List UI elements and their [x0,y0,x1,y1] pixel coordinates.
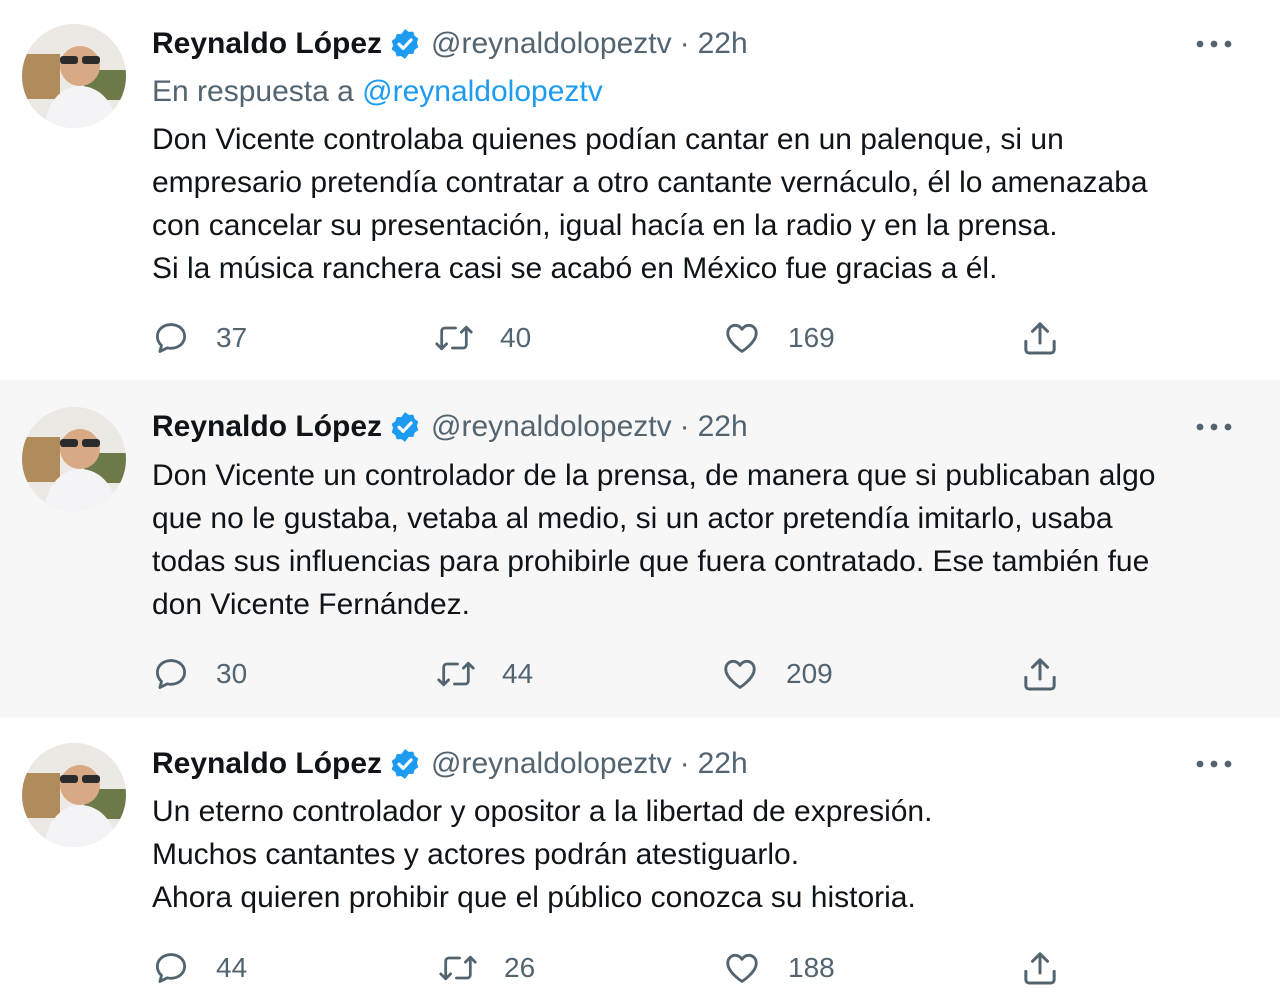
retweet-button[interactable]: 40 [434,314,531,362]
reply-button[interactable]: 30 [152,650,247,698]
like-icon [724,659,756,689]
tweet-text-line: Ahora quieren prohibir que el público co… [152,881,916,914]
reply-mention-link[interactable]: @reynaldolopeztv [362,75,603,108]
like-icon [726,323,758,353]
tweet-text-line: Un eterno controlador y opositor a la li… [152,795,933,828]
reply-button[interactable]: 37 [152,314,247,362]
author-handle[interactable]: @reynaldolopeztv [431,407,672,447]
retweet-icon [435,325,473,351]
tweet-text-line: empresario pretendía contratar a otro ca… [152,166,1148,199]
verified-badge-icon [391,29,419,59]
like-button[interactable]: 188 [722,944,835,992]
like-button[interactable]: 209 [720,650,833,698]
tweet[interactable]: Reynaldo López @reynaldolopeztv · 22h Do… [0,380,1280,718]
avatar[interactable] [22,743,126,847]
reply-count: 30 [216,658,248,689]
tweet-header: Reynaldo López @reynaldolopeztv · 22h [152,24,748,64]
like-count: 188 [788,952,835,983]
tweet-text-line: que no le gustaba, vetaba al medio, si u… [152,502,1113,535]
reply-context: En respuesta a @reynaldolopeztv [152,72,603,112]
retweet-count: 44 [502,658,534,689]
tweet-text-line: Don Vicente controlaba quienes podían ca… [152,123,1064,156]
tweet-text-line: Si la música ranchera casi se acabó en M… [152,252,998,285]
reply-icon [155,323,187,353]
reply-count: 44 [216,952,248,983]
share-icon [1024,658,1056,691]
tweet-actions: 44 26 188 [0,944,1280,992]
more-options-icon[interactable] [1192,417,1236,437]
tweet-text: Don Vicente un controlador de la prensa,… [152,454,1262,626]
timestamp[interactable]: 22h [698,744,748,784]
like-count: 209 [786,658,833,689]
author-name[interactable]: Reynaldo López [152,24,382,64]
tweet-header: Reynaldo López @reynaldolopeztv · 22h [152,407,748,447]
verified-badge-icon [391,749,419,779]
more-options-icon[interactable] [1192,754,1236,774]
tweet-text-line: con cancelar su presentación, igual hací… [152,209,1058,242]
like-count: 169 [788,322,835,353]
share-button[interactable] [1020,944,1086,992]
tweet[interactable]: Reynaldo López @reynaldolopeztv · 22h Un… [0,718,1280,1004]
share-icon [1024,322,1056,355]
reply-count: 37 [216,322,248,353]
avatar[interactable] [22,407,126,511]
avatar-photo [22,24,126,128]
tweet[interactable]: Reynaldo López @reynaldolopeztv · 22h En… [0,0,1280,380]
author-name[interactable]: Reynaldo López [152,744,382,784]
avatar-photo [22,743,126,847]
share-icon [1024,952,1056,985]
reply-icon [155,953,187,983]
retweet-button[interactable]: 26 [438,944,535,992]
retweet-count: 26 [504,952,536,983]
retweet-button[interactable]: 44 [436,650,533,698]
reply-icon [155,659,187,689]
separator: · [679,747,690,780]
tweet-text-line: don Vicente Fernández. [152,588,471,621]
tweet-actions: 37 40 169 [0,314,1280,362]
avatar-photo [22,407,126,511]
reply-prefix: En respuesta a [152,75,354,108]
tweet-text: Un eterno controlador y opositor a la li… [152,790,1262,919]
retweet-icon [437,661,475,687]
retweet-count: 40 [500,322,532,353]
like-icon [726,953,758,983]
retweet-icon [439,955,477,981]
tweet-text: Don Vicente controlaba quienes podían ca… [152,118,1262,290]
like-button[interactable]: 169 [722,314,835,362]
timestamp[interactable]: 22h [698,24,748,64]
tweet-actions: 30 44 209 [0,650,1280,698]
timestamp[interactable]: 22h [698,407,748,447]
tweet-thread: Reynaldo López @reynaldolopeztv · 22h En… [0,0,1280,1004]
author-handle[interactable]: @reynaldolopeztv [431,744,672,784]
author-name[interactable]: Reynaldo López [152,407,382,447]
separator: · [679,27,690,60]
separator: · [679,410,690,443]
verified-badge-icon [391,412,419,442]
reply-button[interactable]: 44 [152,944,247,992]
tweet-text-line: Don Vicente un controlador de la prensa,… [152,459,1156,492]
author-handle[interactable]: @reynaldolopeztv [431,24,672,64]
more-options-icon[interactable] [1192,34,1236,54]
tweet-text-line: todas sus influencias para prohibirle qu… [152,545,1150,578]
share-button[interactable] [1020,314,1086,362]
tweet-header: Reynaldo López @reynaldolopeztv · 22h [152,744,748,784]
avatar[interactable] [22,24,126,128]
tweet-text-line: Muchos cantantes y actores podrán atesti… [152,838,800,871]
share-button[interactable] [1020,650,1086,698]
